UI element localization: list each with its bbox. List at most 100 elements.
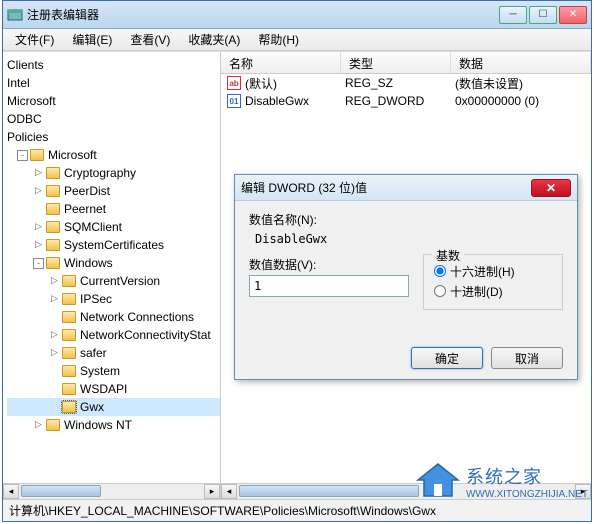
close-button[interactable]: ✕ [559, 6, 587, 24]
menubar: 文件(F) 编辑(E) 查看(V) 收藏夹(A) 帮助(H) [3, 29, 591, 51]
dialog-title: 编辑 DWORD (32 位)值 [241, 179, 531, 196]
scroll-left-button[interactable]: ◂ [3, 484, 19, 499]
tree-item[interactable]: Peernet [7, 200, 220, 218]
menu-file[interactable]: 文件(F) [7, 29, 62, 50]
folder-icon [62, 293, 76, 305]
reg-dword-icon: 01 [227, 94, 241, 108]
list-header: 名称 类型 数据 [221, 52, 591, 74]
tree-item[interactable]: ▷NetworkConnectivityStat [7, 326, 220, 344]
tree-item-windows[interactable]: -Windows [7, 254, 220, 272]
col-type[interactable]: 类型 [341, 52, 451, 73]
value-name-label: 数值名称(N): [249, 211, 563, 228]
tree-item-gwx[interactable]: Gwx [7, 398, 220, 416]
folder-icon [62, 401, 76, 413]
tree-item[interactable]: Policies [7, 128, 220, 146]
tree-item[interactable]: WSDAPI [7, 380, 220, 398]
tree-hscrollbar[interactable]: ◂ ▸ [3, 483, 220, 499]
expand-icon[interactable]: ▷ [49, 276, 60, 287]
folder-icon [30, 149, 44, 161]
scroll-left-button[interactable]: ◂ [221, 484, 237, 499]
tree-pane[interactable]: Clients Intel Microsoft ODBC Policies -M… [3, 52, 221, 499]
tree-item[interactable]: ▷CurrentVersion [7, 272, 220, 290]
tree-item[interactable]: ▷IPSec [7, 290, 220, 308]
folder-icon [62, 365, 76, 377]
radio-hex[interactable]: 十六进制(H) [434, 261, 552, 281]
tree-item[interactable]: ▷safer [7, 344, 220, 362]
minimize-button[interactable]: ─ [499, 6, 527, 24]
menu-edit[interactable]: 编辑(E) [64, 29, 120, 50]
list-hscrollbar[interactable]: ◂ ▸ [221, 483, 591, 499]
base-groupbox: 基数 十六进制(H) 十进制(D) [423, 254, 563, 310]
tree-item[interactable]: ▷PeerDist [7, 182, 220, 200]
tree-item[interactable]: Intel [7, 74, 220, 92]
folder-icon [46, 203, 60, 215]
value-name-readonly: DisableGwx [249, 230, 563, 252]
folder-icon [46, 239, 60, 251]
titlebar[interactable]: 注册表编辑器 ─ ☐ ✕ [3, 1, 591, 29]
list-row[interactable]: ab (默认) REG_SZ (数值未设置) [221, 74, 591, 92]
collapse-icon[interactable]: - [33, 258, 44, 269]
folder-icon [46, 257, 60, 269]
expand-icon[interactable]: ▷ [33, 186, 44, 197]
tree-item[interactable]: ▷Cryptography [7, 164, 220, 182]
tree-item[interactable]: ODBC [7, 110, 220, 128]
collapse-icon[interactable]: - [17, 150, 28, 161]
scroll-thumb[interactable] [21, 485, 101, 497]
tree-item-microsoft[interactable]: -Microsoft [7, 146, 220, 164]
value-type: REG_DWORD [345, 94, 455, 108]
statusbar: 计算机\HKEY_LOCAL_MACHINE\SOFTWARE\Policies… [3, 499, 591, 521]
value-type: REG_SZ [345, 76, 455, 90]
expand-icon[interactable]: ▷ [33, 240, 44, 251]
tree-item[interactable]: ▷SQMClient [7, 218, 220, 236]
dialog-close-button[interactable]: ✕ [531, 179, 571, 197]
dialog-titlebar[interactable]: 编辑 DWORD (32 位)值 ✕ [235, 175, 577, 201]
window-title: 注册表编辑器 [27, 6, 499, 23]
expand-icon[interactable]: ▷ [49, 294, 60, 305]
folder-icon [62, 311, 76, 323]
radio-dec[interactable]: 十进制(D) [434, 281, 552, 301]
tree-item[interactable]: ▷SystemCertificates [7, 236, 220, 254]
menu-favorites[interactable]: 收藏夹(A) [180, 29, 248, 50]
folder-icon [46, 221, 60, 233]
tree-item[interactable]: Network Connections [7, 308, 220, 326]
tree-item[interactable]: Clients [7, 56, 220, 74]
radio-dec-input[interactable] [434, 285, 446, 297]
reg-sz-icon: ab [227, 76, 241, 90]
maximize-button[interactable]: ☐ [529, 6, 557, 24]
list-row[interactable]: 01 DisableGwx REG_DWORD 0x00000000 (0) [221, 92, 591, 110]
value-data: 0x00000000 (0) [455, 94, 539, 108]
base-label: 基数 [432, 247, 464, 264]
folder-icon [62, 275, 76, 287]
col-data[interactable]: 数据 [451, 52, 591, 73]
expand-icon[interactable]: ▷ [49, 348, 60, 359]
expand-icon[interactable]: ▷ [33, 420, 44, 431]
radio-hex-input[interactable] [434, 265, 446, 277]
regedit-icon [7, 7, 23, 23]
folder-icon [46, 167, 60, 179]
ok-button[interactable]: 确定 [411, 347, 483, 369]
expand-icon[interactable]: ▷ [33, 222, 44, 233]
status-path: 计算机\HKEY_LOCAL_MACHINE\SOFTWARE\Policies… [9, 502, 436, 519]
menu-view[interactable]: 查看(V) [122, 29, 178, 50]
value-name: DisableGwx [245, 94, 345, 108]
folder-icon [46, 419, 60, 431]
expand-icon[interactable]: ▷ [49, 330, 60, 341]
expand-icon[interactable]: ▷ [33, 168, 44, 179]
scroll-right-button[interactable]: ▸ [204, 484, 220, 499]
menu-help[interactable]: 帮助(H) [250, 29, 307, 50]
folder-icon [62, 347, 76, 359]
value-data-label: 数值数据(V): [249, 256, 413, 273]
cancel-button[interactable]: 取消 [491, 347, 563, 369]
value-name: (默认) [245, 75, 345, 92]
edit-dword-dialog: 编辑 DWORD (32 位)值 ✕ 数值名称(N): DisableGwx 数… [234, 174, 578, 380]
folder-icon [46, 185, 60, 197]
col-name[interactable]: 名称 [221, 52, 341, 73]
scroll-right-button[interactable]: ▸ [575, 484, 591, 499]
scroll-thumb[interactable] [239, 485, 419, 497]
tree-item[interactable]: Microsoft [7, 92, 220, 110]
folder-icon [62, 383, 76, 395]
tree-item[interactable]: ▷Windows NT [7, 416, 220, 434]
value-data-input[interactable] [249, 275, 409, 297]
tree-item[interactable]: System [7, 362, 220, 380]
folder-icon [62, 329, 76, 341]
